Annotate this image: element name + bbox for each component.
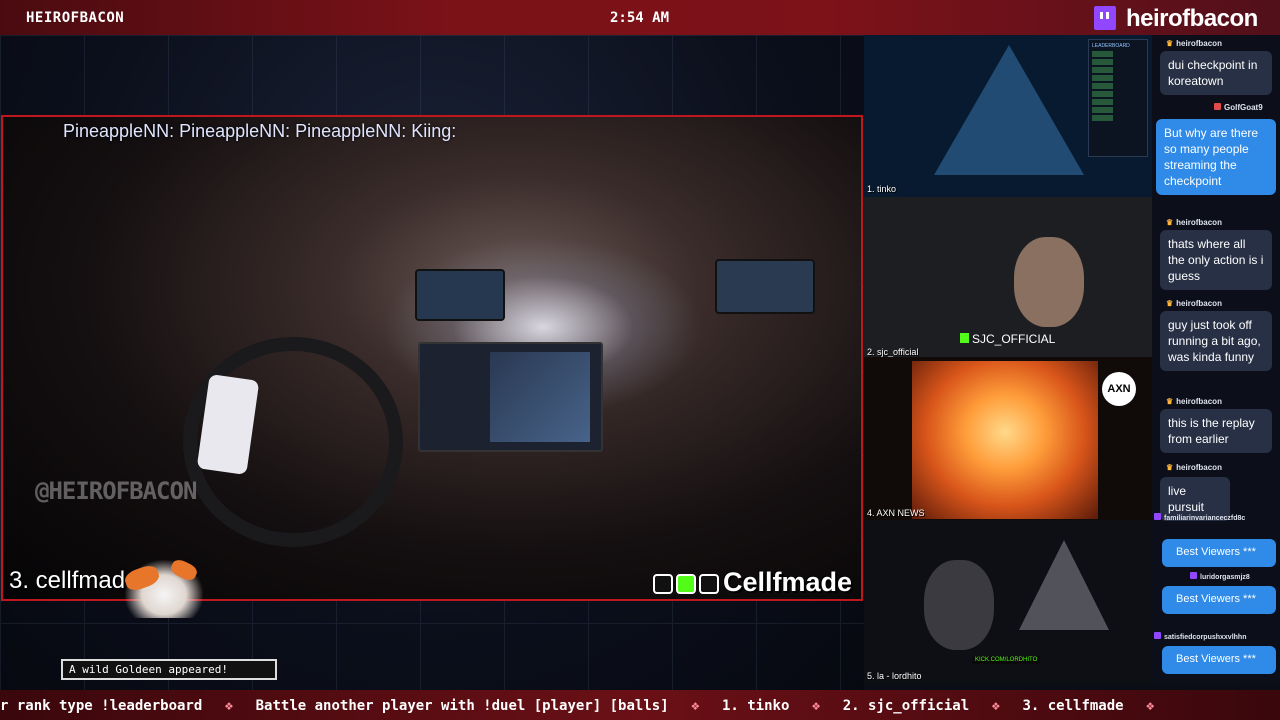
ticker-text: r rank type !leaderboard ❖ Battle anothe… xyxy=(0,698,1168,714)
watermark: @HEIROFBACON xyxy=(35,477,197,505)
badge-icon xyxy=(1214,103,1221,110)
main-camera-feed: PineappleNN: PineappleNN: PineappleNN: K… xyxy=(1,115,863,601)
leaderboard-row xyxy=(1092,67,1144,73)
chat-username: satisfiedcorpushxxvlhhn xyxy=(1164,634,1247,641)
chat-message: ♛ heirofbacon dui checkpoint in koreatown xyxy=(1152,39,1280,95)
ticker-segment: Battle another player with !duel [player… xyxy=(255,698,669,714)
chat-username: heirofbacon xyxy=(1176,218,1222,227)
plinko-board xyxy=(934,45,1084,175)
chat-username: heirofbacon xyxy=(1176,299,1222,308)
explosion-video xyxy=(912,361,1098,519)
chat-message: familiarinvarianceczfd8c Best Viewers **… xyxy=(1152,513,1280,567)
panel-label: 5. la - lordhito xyxy=(867,671,922,681)
ticker-segment: 3. cellfmade xyxy=(1022,698,1124,714)
chat-bubble: Best Viewers *** xyxy=(1162,586,1276,614)
leaderboard-row xyxy=(1092,115,1144,121)
goldeen-sprite xyxy=(125,560,203,618)
badge-icon xyxy=(1154,513,1161,520)
chat-bubble: But why are there so many people streami… xyxy=(1156,119,1276,195)
candy-icon: ❖ xyxy=(1146,698,1155,714)
instagram-icon xyxy=(653,574,673,594)
pokemon-toast: A wild Goldeen appeared! xyxy=(61,659,277,680)
top-bar: HEIROFBACON 2:54 AM heirofbacon xyxy=(0,0,1280,35)
chat-message: luridorgasmjz8 Best Viewers *** xyxy=(1152,572,1280,614)
chat-panel: ♛ heirofbacon dui checkpoint in koreatown… xyxy=(1152,35,1280,685)
dashboard-screen xyxy=(418,342,603,452)
panel-lordhito: KICK.COM/LORDHITO 5. la - lordhito xyxy=(864,520,1152,685)
ticker-segment: r rank type !leaderboard xyxy=(0,698,203,714)
streamer-face xyxy=(1014,237,1084,327)
channel-label: HEIROFBACON xyxy=(26,10,125,26)
chat-username: luridorgasmjz8 xyxy=(1200,574,1250,581)
axn-logo: AXN xyxy=(1102,372,1136,406)
chat-message: ♛ heirofbacon thats where all the only ac… xyxy=(1152,218,1280,290)
mounted-phone xyxy=(715,259,815,314)
crown-icon: ♛ xyxy=(1166,463,1174,472)
leaderboard: LEADERBOARD xyxy=(1088,39,1148,157)
candy-icon: ❖ xyxy=(691,698,700,714)
chat-username: familiarinvarianceczfd8c xyxy=(1164,515,1246,522)
panel-sjc: SJC_OFFICIAL 2. sjc_official xyxy=(864,197,1152,357)
chat-bubble: thats where all the only action is i gue… xyxy=(1160,230,1272,290)
chat-message: ♛ heirofbacon guy just took off running a… xyxy=(1152,299,1280,371)
crown-icon: ♛ xyxy=(1166,397,1174,406)
kick-overlay: KICK.COM/LORDHITO xyxy=(972,656,1041,664)
chat-bubble: Best Viewers *** xyxy=(1162,539,1276,567)
leaderboard-row xyxy=(1092,91,1144,97)
badge-icon xyxy=(1190,572,1197,579)
badge-icon xyxy=(1154,632,1161,639)
chat-message: GolfGoat9 But why are there so many peop… xyxy=(1152,103,1280,195)
leaderboard-row xyxy=(1092,51,1144,57)
streamer-name: heirofbacon xyxy=(1126,5,1258,32)
stream-overlay: HEIROFBACON 2:54 AM heirofbacon Pineappl… xyxy=(0,0,1280,720)
twitch-icon xyxy=(1094,6,1116,30)
panel-tinko: LEADERBOARD 1. tinko xyxy=(864,35,1152,197)
leaderboard-row xyxy=(1092,75,1144,81)
clock: 2:54 AM xyxy=(610,10,670,26)
social-icons xyxy=(653,574,719,594)
mounted-phone xyxy=(415,269,505,321)
leaderboard-row xyxy=(1092,99,1144,105)
rank-label: 3. cellfmade xyxy=(9,567,138,595)
chat-message: satisfiedcorpushxxvlhhn Best Viewers *** xyxy=(1152,632,1280,674)
leaderboard-row xyxy=(1092,83,1144,89)
chat-bubble: this is the replay from earlier xyxy=(1160,409,1272,453)
candy-icon: ❖ xyxy=(224,698,234,714)
plinko-board xyxy=(1019,540,1109,630)
candy-icon: ❖ xyxy=(811,698,821,714)
chat-bubble: Best Viewers *** xyxy=(1162,646,1276,674)
rank-text: 3. cellfmade xyxy=(9,567,139,594)
social-handle: Cellfmade xyxy=(723,567,853,597)
chat-message: ♛ heirofbacon this is the replay from ear… xyxy=(1152,397,1280,453)
chat-message: ♛ heirofbacon live pursuit xyxy=(1152,463,1280,521)
candy-icon: ❖ xyxy=(991,698,1000,714)
panel-axn: AXN 4. AXN NEWS xyxy=(864,357,1152,520)
ticker-segment: 1. tinko xyxy=(721,698,790,714)
crown-icon: ♛ xyxy=(1166,218,1174,227)
crown-icon: ♛ xyxy=(1166,299,1174,308)
ticker-segment: 2. sjc_official xyxy=(842,698,970,714)
bottom-ticker: r rank type !leaderboard ❖ Battle anothe… xyxy=(0,690,1280,720)
chat-username: heirofbacon xyxy=(1176,397,1222,406)
leaderboard-row xyxy=(1092,107,1144,113)
chat-bubble: dui checkpoint in koreatown xyxy=(1160,51,1272,95)
chat-username: heirofbacon xyxy=(1176,39,1222,48)
sjc-overlay-text: SJC_OFFICIAL xyxy=(972,332,1056,346)
leaderboard-row xyxy=(1092,59,1144,65)
x-icon xyxy=(699,574,719,594)
panel-label: 4. AXN NEWS xyxy=(867,508,925,518)
panel-label: 1. tinko xyxy=(867,184,897,194)
kick-icon xyxy=(960,333,969,343)
chat-username: heirofbacon xyxy=(1176,463,1222,472)
crown-icon: ♛ xyxy=(1166,39,1174,48)
kick-icon xyxy=(676,574,696,594)
streamer-face xyxy=(924,560,994,650)
sjc-overlay: SJC_OFFICIAL xyxy=(960,332,1055,346)
overlay-ticker: PineappleNN: PineappleNN: PineappleNN: K… xyxy=(63,121,457,141)
leaderboard-title: LEADERBOARD xyxy=(1092,43,1130,49)
chat-username: GolfGoat9 xyxy=(1224,103,1263,112)
chat-bubble: guy just took off running a bit ago, was… xyxy=(1160,311,1272,371)
panel-label: 2. sjc_official xyxy=(867,347,919,357)
